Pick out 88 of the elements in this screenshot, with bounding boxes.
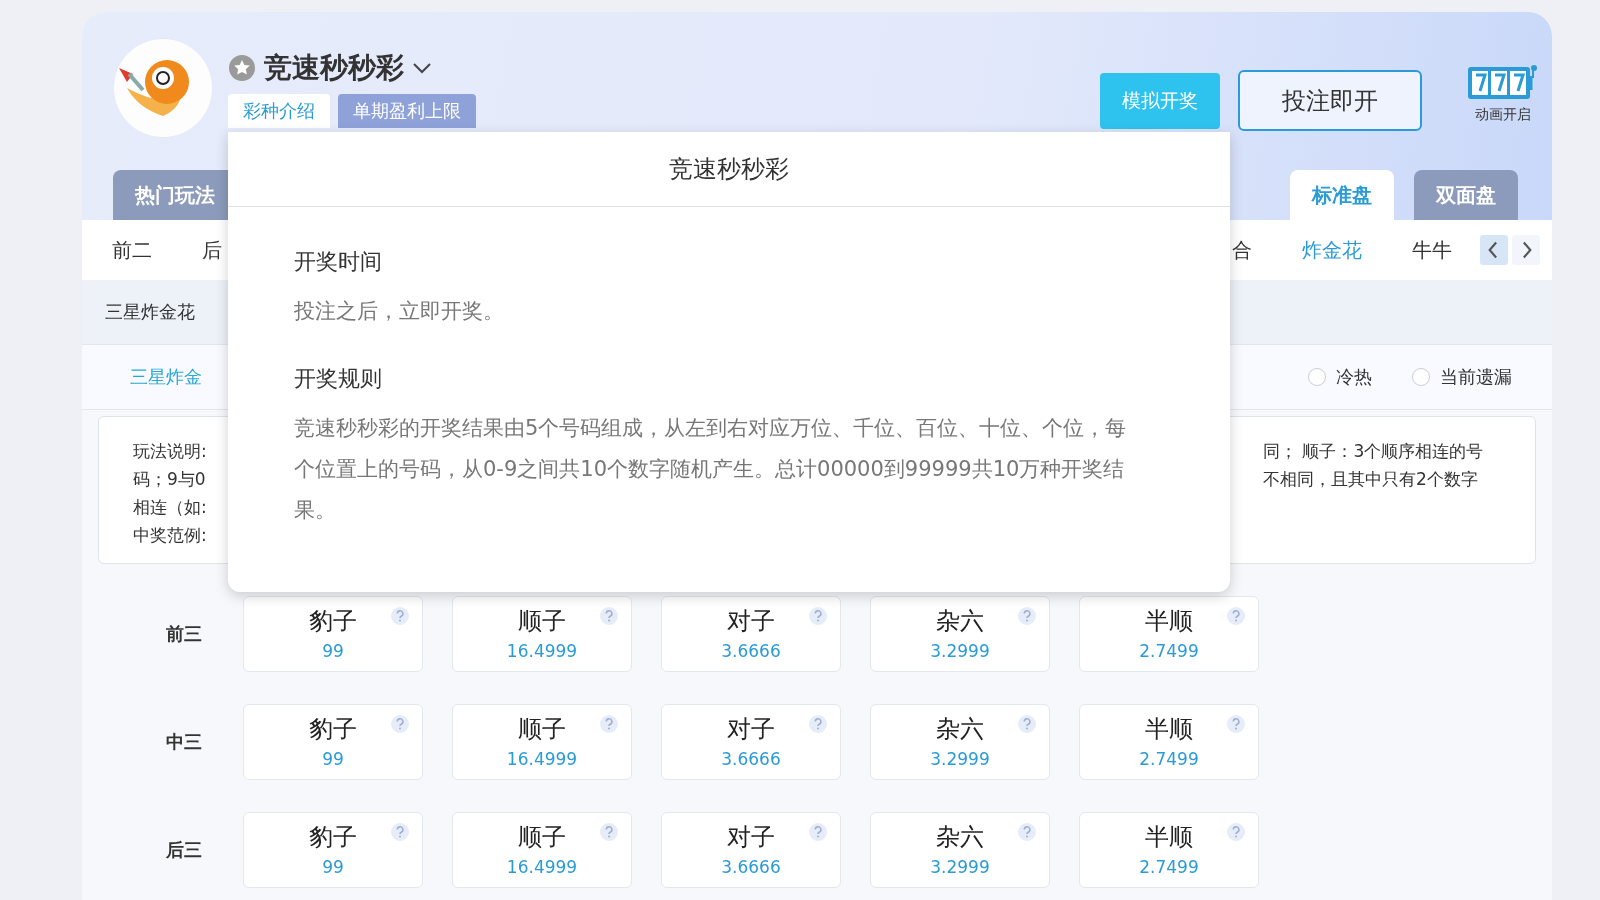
option-name: 豹子	[309, 715, 357, 743]
bet-option[interactable]: 杂六 3.2999	[870, 812, 1050, 888]
help-icon[interactable]	[1017, 714, 1037, 734]
bet-button[interactable]: 投注即开	[1238, 70, 1422, 131]
option-name: 顺子	[518, 715, 566, 743]
description-text: 不相同，且其中只有2个数字	[1263, 468, 1479, 491]
chevron-down-icon[interactable]	[412, 62, 432, 74]
section-text: 竞速秒秒彩的开奖结果由5个号码组成，从左到右对应万位、千位、百位、十位、个位，每个位置上的号码，从0-9之间共10个数字随机产生。总计00000到99999共10万种开奖结果。	[294, 415, 1128, 524]
odds-value: 3.6666	[721, 857, 781, 877]
help-icon[interactable]	[808, 822, 828, 842]
help-icon[interactable]	[390, 822, 410, 842]
option-name: 对子	[727, 607, 775, 635]
option-name: 豹子	[309, 607, 357, 635]
section-text: 投注之后，立即开奖。	[294, 298, 505, 325]
odds-value: 2.7499	[1139, 641, 1199, 661]
odds-value: 16.4999	[506, 749, 578, 769]
odds-value: 3.6666	[721, 641, 781, 661]
help-icon[interactable]	[1017, 822, 1037, 842]
play-type-tab[interactable]: 牛牛	[1412, 236, 1452, 264]
bet-option[interactable]: 对子 3.6666	[661, 596, 841, 672]
option-name: 半顺	[1145, 607, 1193, 635]
odds-value: 99	[322, 641, 344, 661]
odds-value: 16.4999	[506, 641, 578, 661]
bet-option[interactable]: 杂六 3.2999	[870, 596, 1050, 672]
help-icon[interactable]	[808, 714, 828, 734]
description-text: 相连（如:	[133, 496, 207, 519]
stats-radio[interactable]: 当前遗漏	[1412, 365, 1512, 389]
help-icon[interactable]	[390, 606, 410, 626]
chevron-left-icon[interactable]	[1480, 232, 1508, 268]
option-name: 豹子	[309, 823, 357, 851]
lottery-title: 竞速秒秒彩	[264, 50, 404, 86]
bet-option[interactable]: 豹子 99	[243, 704, 423, 780]
play-type-tab[interactable]: 合	[1232, 236, 1252, 264]
bet-option[interactable]: 对子 3.6666	[661, 812, 841, 888]
help-icon[interactable]	[390, 714, 410, 734]
chevron-right-icon[interactable]	[1512, 232, 1540, 268]
slot-machine-icon[interactable]	[1467, 64, 1539, 102]
odds-value: 99	[322, 749, 344, 769]
option-name: 杂六	[936, 715, 984, 743]
section-heading: 开奖时间	[294, 248, 383, 276]
bet-option[interactable]: 顺子 16.4999	[452, 812, 632, 888]
odds-value: 2.7499	[1139, 857, 1199, 877]
help-icon[interactable]	[599, 606, 619, 626]
bet-option[interactable]: 顺子 16.4999	[452, 704, 632, 780]
option-name: 杂六	[936, 607, 984, 635]
description-text: 同； 顺子：3个顺序相连的号	[1263, 440, 1485, 463]
description-text: 中奖范例:	[133, 524, 207, 547]
option-name: 对子	[727, 715, 775, 743]
help-icon[interactable]	[1226, 606, 1246, 626]
odds-value: 3.6666	[721, 749, 781, 769]
option-name: 半顺	[1145, 823, 1193, 851]
odds-value: 99	[322, 857, 344, 877]
bet-option[interactable]: 半顺 2.7499	[1079, 596, 1259, 672]
animation-label: 动画开启	[1475, 106, 1531, 124]
position-label: 中三	[166, 730, 203, 754]
bet-option[interactable]: 半顺 2.7499	[1079, 812, 1259, 888]
description-text: 码；9与0	[133, 468, 207, 491]
odds-value: 3.2999	[930, 641, 990, 661]
help-icon[interactable]	[808, 606, 828, 626]
option-name: 对子	[727, 823, 775, 851]
odds-value: 3.2999	[930, 857, 990, 877]
option-name: 杂六	[936, 823, 984, 851]
bet-option[interactable]: 对子 3.6666	[661, 704, 841, 780]
sub-category-tab[interactable]: 三星炸金花	[105, 300, 195, 324]
odds-value: 2.7499	[1139, 749, 1199, 769]
bet-option[interactable]: 半顺 2.7499	[1079, 704, 1259, 780]
bet-option[interactable]: 杂六 3.2999	[870, 704, 1050, 780]
option-name: 顺子	[518, 823, 566, 851]
description-text: 玩法说明:	[133, 440, 207, 463]
play-type-tab[interactable]: 前二	[112, 236, 152, 264]
position-label: 后三	[166, 838, 203, 862]
help-icon[interactable]	[599, 822, 619, 842]
help-icon[interactable]	[1226, 714, 1246, 734]
stats-radio[interactable]: 冷热	[1308, 365, 1372, 389]
section-heading: 开奖规则	[294, 365, 383, 393]
help-icon[interactable]	[599, 714, 619, 734]
bet-option[interactable]: 豹子 99	[243, 596, 423, 672]
bet-option[interactable]: 顺子 16.4999	[452, 596, 632, 672]
help-icon[interactable]	[1017, 606, 1037, 626]
position-label: 前三	[166, 622, 203, 646]
help-icon[interactable]	[1226, 822, 1246, 842]
odds-value: 3.2999	[930, 749, 990, 769]
play-type-tab[interactable]: 后	[202, 236, 222, 264]
odds-value: 16.4999	[506, 857, 578, 877]
bet-option[interactable]: 豹子 99	[243, 812, 423, 888]
popup-title: 竞速秒秒彩	[669, 154, 789, 185]
option-name: 顺子	[518, 607, 566, 635]
option-name: 半顺	[1145, 715, 1193, 743]
